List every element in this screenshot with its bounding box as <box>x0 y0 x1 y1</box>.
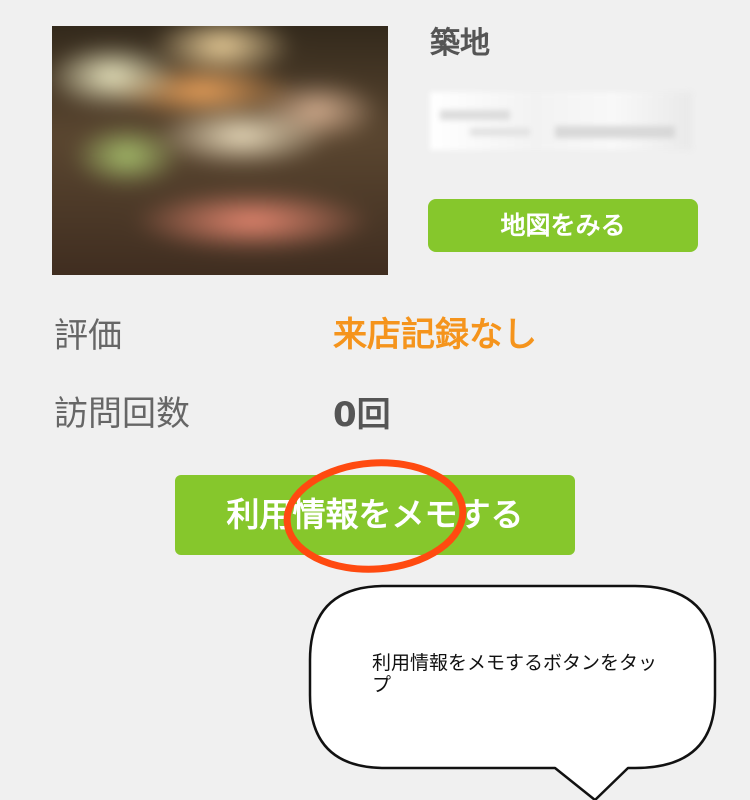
rating-label: 評価 <box>54 316 122 356</box>
shop-name: 築地 <box>430 26 490 61</box>
memo-usage-info-button[interactable]: 利用情報をメモする <box>175 475 575 555</box>
view-map-button[interactable]: 地図をみる <box>428 199 698 252</box>
shop-address-redacted <box>430 92 692 150</box>
visit-count-value: 0回 <box>333 395 391 435</box>
sushi-photo-image <box>52 26 388 275</box>
shop-photo <box>52 26 388 275</box>
rating-value: 来店記録なし <box>333 315 537 355</box>
callout-instruction-text: 利用情報をメモするボタンをタップ <box>372 652 658 696</box>
visit-count-label: 訪問回数 <box>54 394 190 434</box>
